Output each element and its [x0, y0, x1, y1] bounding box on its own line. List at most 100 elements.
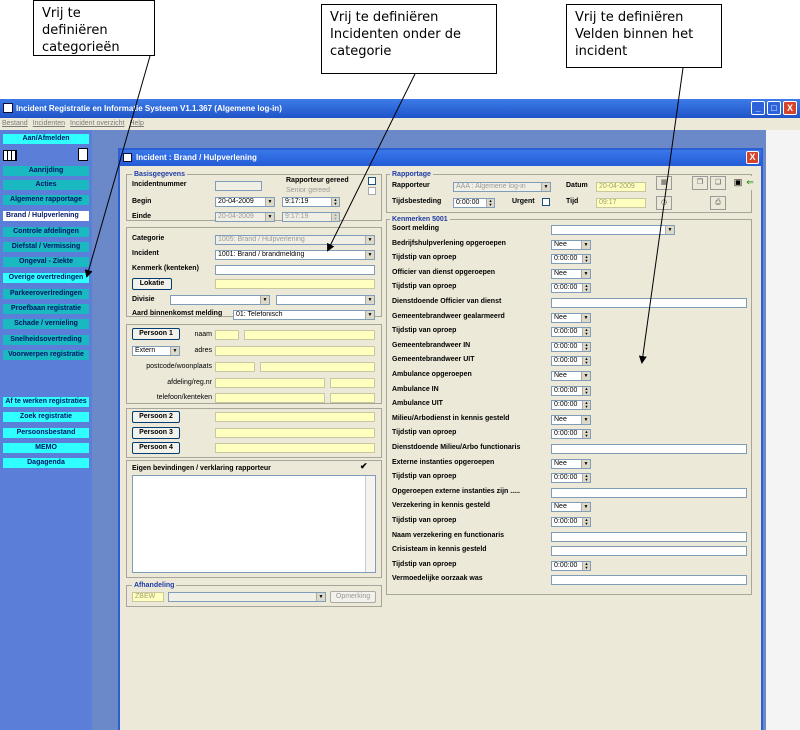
kenmerk-time-field[interactable]: 0:00:00 ▲ ▼: [551, 561, 591, 571]
new-document-icon[interactable]: [78, 148, 88, 161]
woonplaats-field[interactable]: [260, 362, 375, 372]
chevron-down-icon[interactable]: ▼: [260, 296, 269, 304]
einde-date-field[interactable]: 20-04-2009 ▼: [215, 212, 275, 222]
kenmerk-time-field[interactable]: 0:00:00 ▲ ▼: [551, 342, 591, 352]
kenmerk-time-field[interactable]: 0:00:00 ▲ ▼: [551, 254, 591, 264]
kenmerk-select[interactable]: Nee ▼: [551, 415, 591, 425]
sidebar-item-diefstal[interactable]: Diefstal / Vermissing: [3, 242, 89, 252]
chevron-down-icon[interactable]: ▼: [581, 503, 590, 511]
chevron-down-icon[interactable]: ▼: [581, 416, 590, 424]
persoon3-field[interactable]: [215, 428, 375, 438]
kenmerk-text-field[interactable]: [551, 532, 747, 542]
afhandeling-code-field[interactable]: ZBEW: [132, 592, 164, 602]
sidebar-item-parkeeroverlredingen[interactable]: Parkeeroverlredingen: [3, 289, 89, 299]
spin-icon[interactable]: ▲ ▼: [582, 343, 590, 351]
exit-arrow-icon[interactable]: ⇐: [744, 176, 756, 190]
kenmerk-time-field[interactable]: 0:00:00 ▲ ▼: [551, 327, 591, 337]
grid-icon[interactable]: [3, 150, 17, 161]
sidebar-item-proefbaan[interactable]: Proefbaan registratie: [3, 304, 89, 314]
kenmerk-time-field[interactable]: 0:00:00 ▲ ▼: [551, 517, 591, 527]
spin-icon[interactable]: ▲ ▼: [331, 213, 339, 221]
spellcheck-icon[interactable]: ✔: [360, 462, 368, 471]
divisie-select[interactable]: ▼: [170, 295, 270, 305]
maximize-button[interactable]: □: [767, 101, 781, 115]
sidebar-item-aanrijding[interactable]: Aanrijding: [3, 166, 89, 176]
incidentnummer-field[interactable]: [215, 181, 262, 191]
naam-field[interactable]: [244, 330, 375, 340]
close-button[interactable]: X: [783, 101, 797, 115]
kenmerk-time-field[interactable]: 0:00:00 ▲ ▼: [551, 429, 591, 439]
spin-icon[interactable]: ▲ ▼: [582, 474, 590, 482]
print-icon[interactable]: ⎙: [710, 196, 726, 210]
telefoon-field[interactable]: [215, 393, 325, 403]
bevindingen-textarea[interactable]: [132, 475, 376, 573]
chevron-down-icon[interactable]: ▼: [581, 241, 590, 249]
dialog-titlebar[interactable]: Incident : Brand / Hulpverlening X: [120, 150, 761, 166]
kenmerk-text-field[interactable]: [551, 546, 747, 556]
spin-icon[interactable]: ▲ ▼: [582, 401, 590, 409]
sidebar-item-algemene-rapportage[interactable]: Algemene rapportage: [3, 195, 89, 205]
persoon-type-select[interactable]: Extern ▼: [132, 346, 180, 356]
kenmerk-time-field[interactable]: 0:00:00 ▲ ▼: [551, 356, 591, 366]
chevron-down-icon[interactable]: ▼: [265, 213, 274, 221]
kenmerk-select[interactable]: Nee ▼: [551, 502, 591, 512]
kenmerk-select[interactable]: Nee ▼: [551, 371, 591, 381]
spin-icon[interactable]: ▲ ▼: [582, 284, 590, 292]
paste-icon[interactable]: ❏: [710, 176, 726, 190]
kenmerk-time-field[interactable]: 0:00:00 ▲ ▼: [551, 400, 591, 410]
adres-field[interactable]: [215, 346, 375, 356]
kenteken-field[interactable]: [330, 393, 375, 403]
incident-select[interactable]: 1001: Brand / brandmelding ▼: [215, 250, 375, 260]
lokatie-button[interactable]: Lokatie: [132, 278, 172, 290]
kenmerk-text-field[interactable]: [551, 298, 747, 308]
persoon4-field[interactable]: [215, 443, 375, 453]
menu-help[interactable]: Help: [129, 118, 146, 130]
chevron-down-icon[interactable]: ▼: [365, 296, 374, 304]
persoon4-button[interactable]: Persoon 4: [132, 442, 180, 454]
opmerking-button[interactable]: Opmerking: [330, 591, 376, 603]
chevron-down-icon[interactable]: ▼: [581, 460, 590, 468]
urgent-checkbox[interactable]: [542, 198, 550, 206]
calendar-icon[interactable]: ▦: [656, 176, 672, 190]
kenmerk-select[interactable]: Nee ▼: [551, 240, 591, 250]
categorie-select[interactable]: 1005: Brand / Hulpverlening ▼: [215, 235, 375, 245]
divisie-sub-select[interactable]: ▼: [276, 295, 375, 305]
clock-icon[interactable]: ◷: [656, 196, 672, 210]
minimize-button[interactable]: _: [751, 101, 765, 115]
chevron-down-icon[interactable]: ▼: [365, 251, 374, 259]
kenmerk-select[interactable]: Nee ▼: [551, 269, 591, 279]
dialog-close-button[interactable]: X: [746, 151, 759, 164]
kenmerk-select[interactable]: Nee ▼: [551, 313, 591, 323]
sidebar-item-snelheid[interactable]: Snelheidsovertreding: [3, 335, 89, 345]
scrollbar[interactable]: [365, 476, 375, 572]
spin-icon[interactable]: ▲ ▼: [486, 199, 494, 207]
chevron-down-icon[interactable]: ▼: [541, 183, 550, 191]
kenmerk-select[interactable]: Nee ▼: [551, 459, 591, 469]
naam-prefix-field[interactable]: [215, 330, 239, 340]
chevron-down-icon[interactable]: ▼: [581, 372, 590, 380]
datum-field[interactable]: 20-04-2009: [596, 182, 646, 192]
chevron-down-icon[interactable]: ▼: [581, 314, 590, 322]
sidebar-item-controle-afdelingen[interactable]: Controle afdelingen: [3, 227, 89, 237]
sidebar-action-persoonsbestand[interactable]: Persoonsbestand: [3, 428, 89, 438]
sidebar-action-memo[interactable]: MEMO: [3, 443, 89, 453]
persoon2-field[interactable]: [215, 412, 375, 422]
einde-time-field[interactable]: 9:17:19 ▲ ▼: [282, 212, 340, 222]
spin-icon[interactable]: ▲ ▼: [582, 387, 590, 395]
persoon2-button[interactable]: Persoon 2: [132, 411, 180, 423]
chevron-down-icon[interactable]: ▼: [265, 198, 274, 206]
spin-icon[interactable]: ▲ ▼: [582, 328, 590, 336]
persoon1-button[interactable]: Persoon 1: [132, 328, 180, 340]
chevron-down-icon[interactable]: ▼: [365, 311, 374, 319]
tijdsbesteding-field[interactable]: 0:00:00 ▲ ▼: [453, 198, 495, 208]
kenmerk-time-field[interactable]: 0:00:00 ▲ ▼: [551, 473, 591, 483]
chevron-down-icon[interactable]: ▼: [170, 347, 179, 355]
senior-gereed-checkbox[interactable]: [368, 187, 376, 195]
menu-incidenten[interactable]: Incidenten: [33, 118, 68, 130]
postcode-field[interactable]: [215, 362, 255, 372]
spin-icon[interactable]: ▲ ▼: [582, 357, 590, 365]
sidebar-action-zoek[interactable]: Zoek registratie: [3, 412, 89, 422]
sidebar-item-acties[interactable]: Acties: [3, 180, 89, 190]
spin-icon[interactable]: ▲ ▼: [582, 518, 590, 526]
aard-select[interactable]: 01: Telefonisch ▼: [233, 310, 375, 320]
